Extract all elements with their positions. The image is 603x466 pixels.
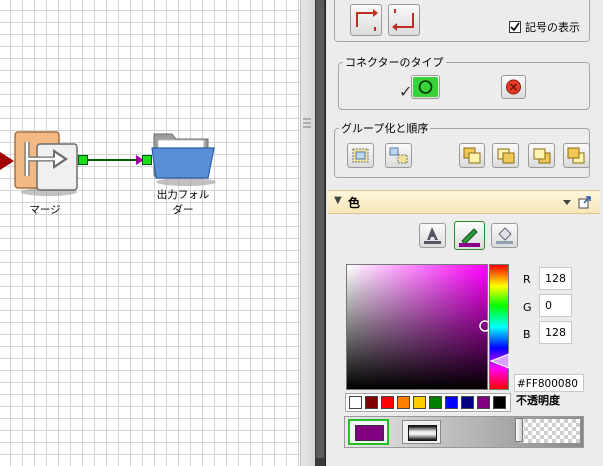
color-swatch[interactable] <box>461 396 474 409</box>
connector-type-straight-button[interactable] <box>501 75 526 99</box>
gradient-icon <box>408 425 437 441</box>
color-swatch[interactable] <box>397 396 410 409</box>
merge-node[interactable] <box>13 130 83 200</box>
workflow-canvas[interactable]: マージ 出力フォルダー <box>0 0 300 466</box>
r-label: R <box>523 273 531 286</box>
bring-to-front-icon <box>463 147 481 164</box>
bring-forward-icon <box>497 148 515 164</box>
panel-scrollbar-thumb[interactable] <box>316 0 324 458</box>
send-backward-icon <box>533 148 551 164</box>
ungroup-button[interactable] <box>385 143 412 168</box>
send-to-back-button[interactable] <box>563 143 590 168</box>
collapse-arrow-icon[interactable]: ▼ <box>334 195 342 206</box>
color-swatch[interactable] <box>349 396 362 409</box>
selected-color-fill <box>355 425 384 441</box>
splitter-grip-icon <box>303 118 311 128</box>
checkbox-check-icon <box>510 22 520 32</box>
hex-value-input[interactable]: #FF800080 <box>514 374 584 392</box>
opacity-slider[interactable] <box>520 419 580 443</box>
panel-splitter[interactable] <box>300 0 315 466</box>
color-swatch[interactable] <box>413 396 426 409</box>
b-label: B <box>523 328 531 341</box>
send-backward-button[interactable] <box>528 143 555 168</box>
dropdown-arrow-icon[interactable] <box>562 199 572 207</box>
color-swatch[interactable] <box>381 396 394 409</box>
connector-direction-button-2[interactable] <box>388 4 420 36</box>
hue-slider-handle-icon[interactable] <box>489 353 513 369</box>
folder-icon <box>151 133 216 186</box>
line-color-button[interactable] <box>454 221 485 250</box>
merge-icon <box>14 131 78 196</box>
line-color-icon <box>459 228 480 247</box>
fill-color-button[interactable] <box>491 223 518 248</box>
output-folder-node[interactable] <box>150 128 220 188</box>
text-color-button[interactable] <box>419 223 446 248</box>
opacity-label: 不透明度 <box>516 394 560 407</box>
text-color-icon <box>424 227 441 244</box>
connector-type-curved-button[interactable] <box>411 75 440 99</box>
connector-type-group: コネクターのタイプ <box>338 54 590 110</box>
g-value-input[interactable]: 0 <box>539 294 572 317</box>
connector-line[interactable] <box>88 152 146 168</box>
color-section-header[interactable] <box>328 190 600 214</box>
grouping-order-legend: グループ化と順序 <box>341 122 429 135</box>
connector-direction-icon <box>356 9 378 31</box>
color-section-title: 色 <box>348 196 361 210</box>
color-swatch[interactable] <box>493 396 506 409</box>
connector-type-legend: コネクターのタイプ <box>345 56 444 69</box>
color-swatch[interactable] <box>445 396 458 409</box>
color-saturation-field[interactable] <box>346 264 488 390</box>
send-to-back-icon <box>567 147 585 164</box>
fill-bucket-icon <box>496 227 513 244</box>
color-swatch[interactable] <box>429 396 442 409</box>
output-folder-label: 出力フォルダー <box>156 189 210 216</box>
merge-output-port[interactable] <box>78 155 88 165</box>
show-symbols-checkbox[interactable] <box>509 21 521 33</box>
group-icon <box>352 148 369 163</box>
merge-node-label: マージ <box>29 204 61 216</box>
show-symbols-label: 記号の表示 <box>525 21 580 34</box>
g-label: G <box>523 301 532 314</box>
red-stop-icon <box>506 79 521 95</box>
connector-reverse-icon <box>392 9 414 31</box>
connector-direction-button-1[interactable] <box>350 4 382 36</box>
b-value-input[interactable]: 128 <box>539 321 572 344</box>
group-button[interactable] <box>347 143 374 168</box>
undock-icon[interactable] <box>578 195 592 209</box>
hue-slider[interactable] <box>489 264 509 390</box>
green-circle-icon <box>413 77 438 97</box>
no-color-button[interactable] <box>402 420 441 444</box>
ungroup-icon <box>389 147 408 164</box>
r-value-input[interactable]: 128 <box>539 267 572 290</box>
opacity-slider-thumb[interactable] <box>515 418 523 442</box>
color-swatch[interactable] <box>477 396 490 409</box>
selected-color-preview[interactable] <box>348 419 389 445</box>
bring-forward-button[interactable] <box>492 143 519 168</box>
color-swatch[interactable] <box>365 396 378 409</box>
bring-to-front-button[interactable] <box>459 143 485 168</box>
